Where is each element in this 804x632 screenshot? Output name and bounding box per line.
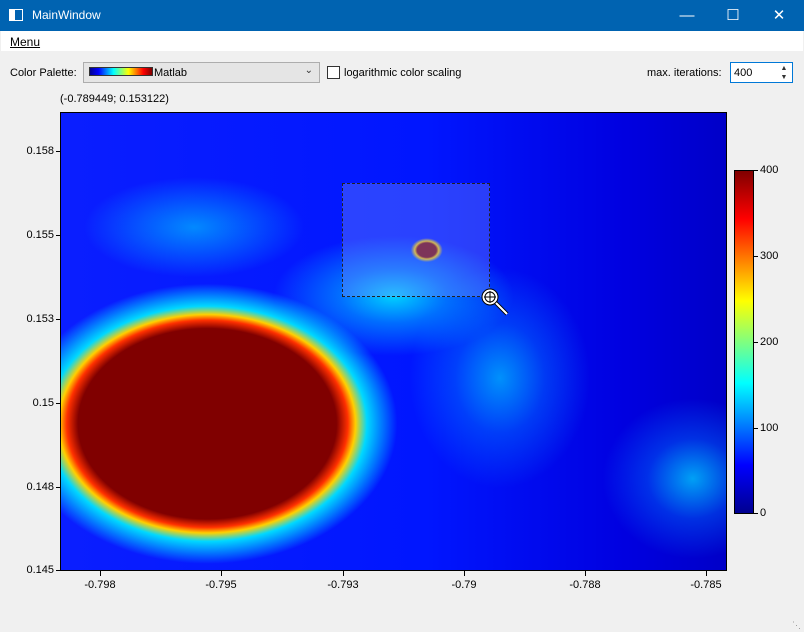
x-tick [706,571,707,576]
colorbar-label: 400 [760,164,779,176]
colorbar-tick [754,170,758,171]
color-palette-value: Matlab [154,67,188,79]
colorbar-label: 200 [760,336,779,348]
color-palette-combobox[interactable]: Matlab ⌄ [83,62,320,83]
y-tick [56,403,61,404]
resize-grip-icon[interactable]: ⋱ [792,620,802,630]
y-tick [56,570,61,571]
menu-item[interactable]: Menu [10,35,40,49]
minimize-button[interactable]: — [664,0,710,31]
x-tick-label: -0.785 [690,579,722,591]
y-tick [56,151,61,152]
colorbar-label: 100 [760,422,779,434]
spin-up-icon[interactable]: ▲ [777,64,791,73]
log-scaling-label[interactable]: logarithmic color scaling [344,67,461,79]
x-tick [221,571,222,576]
spin-down-icon[interactable]: ▼ [777,73,791,82]
y-tick [56,235,61,236]
palette-swatch [89,67,153,76]
chevron-down-icon: ⌄ [304,65,313,76]
y-tick-label: 0.153 [26,313,54,325]
maximize-button[interactable]: ☐ [710,0,756,31]
color-palette-label: Color Palette: [10,67,77,79]
window-title: MainWindow [32,8,101,22]
y-tick-label: 0.155 [26,229,54,241]
menu-bar: Menu [1,31,803,51]
colorbar-label: 300 [760,250,779,262]
x-tick [464,571,465,576]
x-tick [343,571,344,576]
y-tick [56,487,61,488]
x-tick [585,571,586,576]
y-tick-label: 0.158 [26,145,54,157]
log-scaling-checkbox[interactable] [327,66,340,79]
x-tick-label: -0.788 [569,579,601,591]
x-tick-label: -0.79 [451,579,477,591]
max-iterations-value[interactable]: 400 [734,67,752,79]
max-iterations-spinbox[interactable]: 400 ▲ ▼ [730,62,793,83]
colorbar-label: 0 [760,507,767,519]
x-tick-label: -0.798 [84,579,116,591]
colorbar-tick [754,428,758,429]
x-tick [100,571,101,576]
zoom-selection-rect[interactable] [342,183,490,297]
x-tick-label: -0.795 [205,579,237,591]
mandelbrot-plot[interactable] [60,112,727,571]
y-tick-label: 0.145 [26,564,54,576]
zoom-cursor-icon [481,288,509,316]
colorbar-tick [754,256,758,257]
colorbar-tick [754,513,758,514]
y-tick [56,319,61,320]
window-icon [9,9,23,21]
cursor-coordinates: (-0.789449; 0.153122) [60,93,169,105]
close-button[interactable]: ✕ [756,0,802,31]
colorbar-tick [754,342,758,343]
y-tick-label: 0.148 [26,481,54,493]
max-iterations-label: max. iterations: [647,67,722,79]
colorbar [734,170,754,514]
title-bar: MainWindow — ☐ ✕ [0,0,804,31]
y-tick-label: 0.15 [32,397,54,409]
x-tick-label: -0.793 [327,579,359,591]
